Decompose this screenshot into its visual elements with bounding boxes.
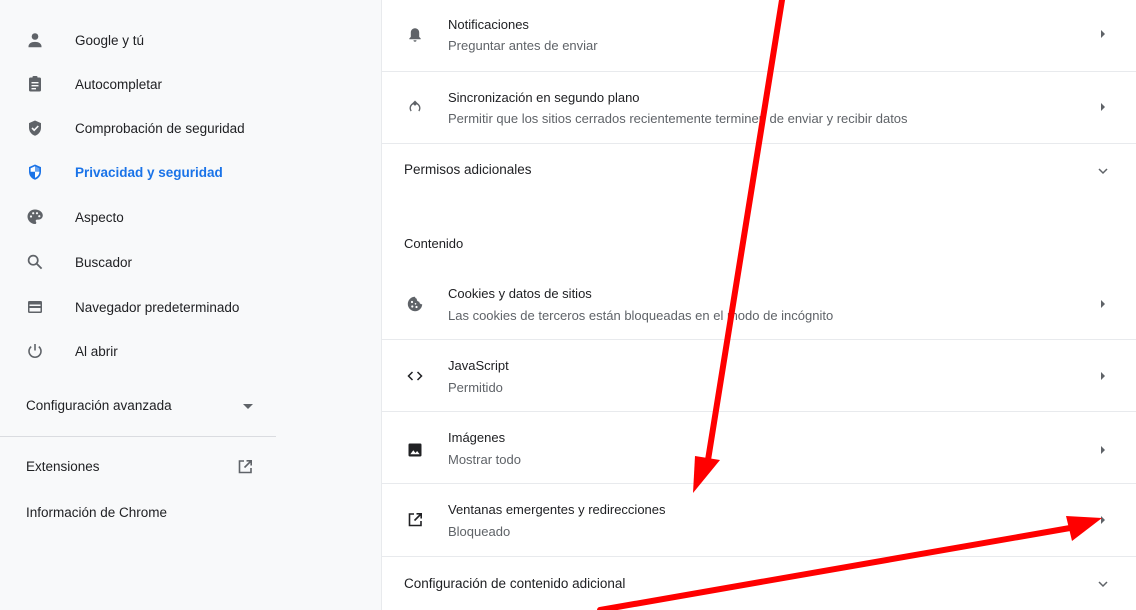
chevron-down-icon [1098, 168, 1108, 175]
images-row[interactable]: Imágenes Mostrar todo [382, 412, 1136, 484]
cookies-row[interactable]: Cookies y datos de sitios Las cookies de… [382, 269, 1136, 340]
arrow-right-icon [1101, 30, 1105, 38]
row-title: Notificaciones [448, 17, 529, 32]
notifications-row[interactable]: Notificaciones Preguntar antes de enviar [382, 0, 1136, 72]
row-title: Ventanas emergentes y redirecciones [448, 502, 666, 517]
advanced-settings-label: Configuración avanzada [26, 398, 172, 413]
sidebar-item-label: Comprobación de seguridad [75, 120, 245, 136]
row-subtitle: Bloqueado [448, 524, 511, 539]
sync-icon [406, 99, 424, 117]
person-icon [26, 31, 44, 49]
sidebar-item-label: Google y tú [75, 32, 145, 48]
open-in-new-icon [406, 511, 424, 529]
sidebar-item-privacidad-seguridad[interactable]: Privacidad y seguridad [0, 151, 290, 193]
row-subtitle: Permitir que los sitios cerrados recient… [448, 111, 908, 126]
sidebar-item-label: Al abrir [75, 343, 118, 359]
sidebar-item-al-abrir[interactable]: Al abrir [0, 330, 290, 372]
sidebar-item-label: Navegador predeterminado [75, 299, 240, 315]
image-icon [406, 441, 424, 459]
browser-icon [26, 298, 44, 316]
sidebar: Google y tú Autocompletar Comprobación d… [0, 0, 381, 610]
sidebar-item-buscador[interactable]: Buscador [0, 241, 290, 283]
row-title: Imágenes [448, 430, 506, 445]
sidebar-item-label: Buscador [75, 254, 133, 270]
row-title: Permisos adicionales [404, 162, 532, 177]
row-subtitle: Permitido [448, 380, 503, 395]
open-in-new-icon [238, 460, 252, 474]
row-title: Sincronización en segundo plano [448, 90, 640, 105]
sidebar-item-label: Autocompletar [75, 76, 163, 92]
extensions-link[interactable]: Extensiones [0, 452, 276, 482]
arrow-right-icon [1101, 446, 1105, 454]
sidebar-item-google-y-tu[interactable]: Google y tú [0, 19, 290, 61]
additional-permissions-row[interactable]: Permisos adicionales [382, 144, 1136, 196]
search-icon [26, 253, 44, 271]
shield-check-icon [26, 119, 44, 137]
row-subtitle: Preguntar antes de enviar [448, 38, 598, 53]
sidebar-divider [0, 436, 276, 437]
sidebar-item-label: Privacidad y seguridad [75, 164, 223, 180]
row-title: Configuración de contenido adicional [404, 576, 626, 591]
content-section-heading: Contenido [404, 236, 464, 251]
extensions-label: Extensiones [26, 459, 100, 474]
row-title: Cookies y datos de sitios [448, 286, 592, 301]
power-icon [26, 342, 44, 360]
settings-card: Notificaciones Preguntar antes de enviar… [381, 0, 1136, 610]
javascript-row[interactable]: JavaScript Permitido [382, 340, 1136, 412]
arrow-right-icon [1101, 372, 1105, 380]
shield-icon [26, 163, 44, 181]
row-subtitle: Mostrar todo [448, 452, 521, 467]
row-title: JavaScript [448, 358, 509, 373]
sidebar-item-aspecto[interactable]: Aspecto [0, 196, 290, 238]
sidebar-item-navegador-predeterminado[interactable]: Navegador predeterminado [0, 286, 290, 328]
row-subtitle: Las cookies de terceros están bloqueadas… [448, 308, 834, 323]
arrow-right-icon [1101, 300, 1105, 308]
additional-content-settings-row[interactable]: Configuración de contenido adicional [382, 557, 1136, 610]
sidebar-item-autocompletar[interactable]: Autocompletar [0, 63, 290, 105]
clipboard-icon [26, 75, 44, 93]
code-icon [406, 367, 424, 385]
background-sync-row[interactable]: Sincronización en segundo plano Permitir… [382, 72, 1136, 144]
palette-icon [26, 208, 44, 226]
sidebar-item-comprobacion-seguridad[interactable]: Comprobación de seguridad [0, 107, 290, 149]
popups-row[interactable]: Ventanas emergentes y redirecciones Bloq… [382, 484, 1136, 557]
arrow-right-icon [1101, 516, 1105, 524]
chevron-down-icon [1098, 581, 1108, 588]
sidebar-item-label: Aspecto [75, 209, 124, 225]
arrow-right-icon [1101, 103, 1105, 111]
caret-down-icon [243, 404, 253, 409]
about-chrome-link[interactable]: Información de Chrome [26, 505, 167, 520]
bell-icon [406, 26, 424, 44]
advanced-settings-toggle[interactable]: Configuración avanzada [0, 390, 276, 422]
cookie-icon [406, 295, 424, 313]
